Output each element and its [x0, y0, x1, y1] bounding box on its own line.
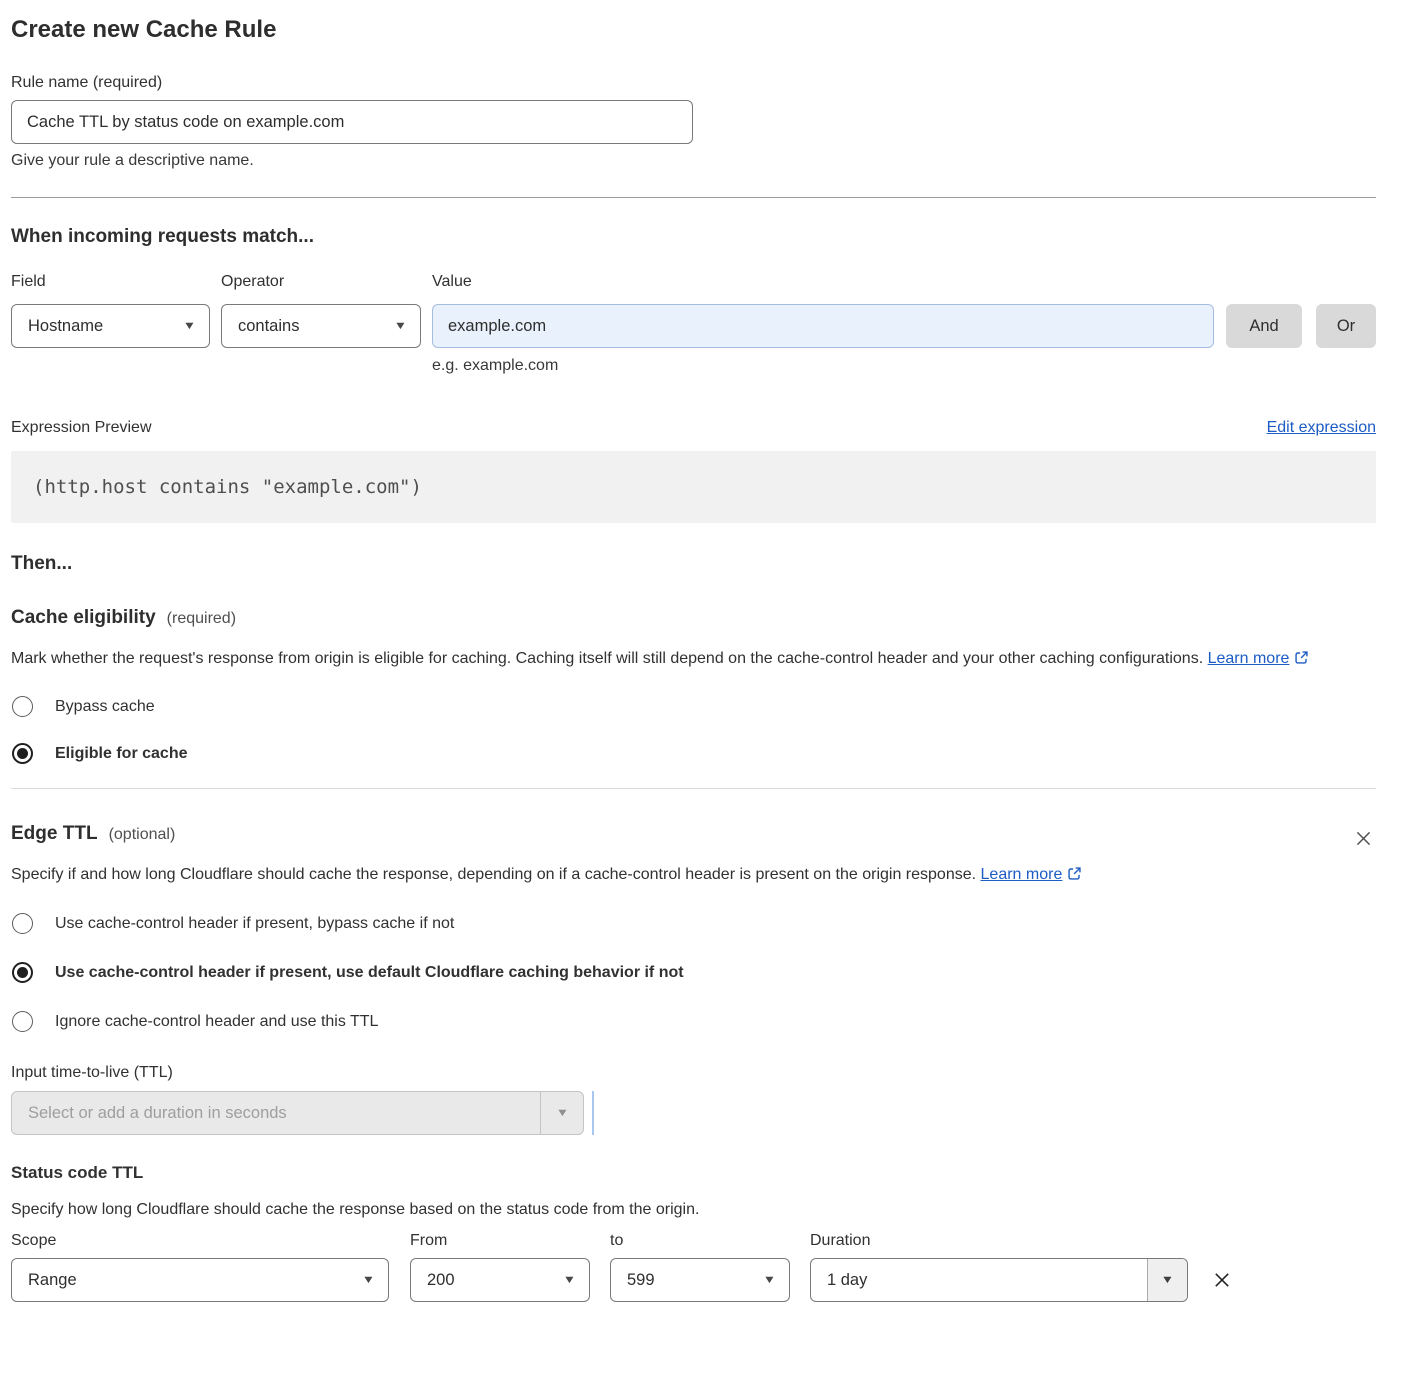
to-select-value: 599: [627, 1271, 655, 1290]
match-heading: When incoming requests match...: [11, 225, 1376, 248]
ttl-input-label: Input time-to-live (TTL): [11, 1063, 1376, 1082]
rule-name-help: Give your rule a descriptive name.: [11, 151, 1376, 170]
field-label: Field: [11, 272, 221, 291]
from-select[interactable]: 200 ▼: [410, 1258, 590, 1302]
radio-option-use-header-default[interactable]: Use cache-control header if present, use…: [11, 962, 1376, 983]
field-select[interactable]: Hostname ▼: [11, 304, 210, 348]
section-divider: [11, 788, 1376, 789]
edge-ttl-section: Edge TTL (optional) Specify if and how l…: [11, 822, 1376, 1135]
from-label: From: [410, 1231, 610, 1250]
edge-ttl-description: Specify if and how long Cloudflare shoul…: [11, 860, 1116, 891]
close-icon: [1212, 1278, 1232, 1293]
radio-checked-icon: [12, 743, 33, 764]
expression-preview-row: Expression Preview Edit expression: [11, 419, 1376, 437]
and-button[interactable]: And: [1226, 304, 1302, 348]
create-cache-rule-form: Create new Cache Rule Rule name (require…: [0, 0, 1412, 1376]
radio-checked-icon: [12, 962, 33, 983]
status-code-ttl-section: Status code TTL Specify how long Cloudfl…: [11, 1162, 1376, 1302]
status-code-column-labels: Scope From to Duration: [11, 1231, 1376, 1250]
to-label: to: [610, 1231, 810, 1250]
close-edge-ttl-button[interactable]: [1351, 826, 1376, 851]
chevron-down-icon: ▼: [1161, 1274, 1175, 1286]
match-column-labels: Field Operator Value: [11, 272, 1376, 291]
operator-label: Operator: [221, 272, 432, 291]
radio-option-ignore-header[interactable]: Ignore cache-control header and use this…: [11, 1011, 1376, 1032]
chevron-down-icon: ▼: [394, 320, 408, 332]
to-select[interactable]: 599 ▼: [610, 1258, 790, 1302]
field-select-value: Hostname: [28, 317, 103, 336]
chevron-down-icon: ▼: [362, 1274, 376, 1286]
ttl-input-caret: [592, 1091, 594, 1135]
external-link-icon: [1067, 868, 1082, 885]
delete-status-code-row-button[interactable]: [1209, 1267, 1235, 1293]
expression-preview-label: Expression Preview: [11, 419, 152, 437]
chevron-down-icon: ▼: [563, 1274, 577, 1286]
rule-name-input[interactable]: [11, 100, 693, 144]
radio-option-use-header-bypass[interactable]: Use cache-control header if present, byp…: [11, 913, 1376, 934]
edit-expression-link[interactable]: Edit expression: [1267, 419, 1376, 437]
expression-code: (http.host contains "example.com"): [33, 476, 422, 498]
rule-name-section: Rule name (required) Give your rule a de…: [11, 73, 1376, 170]
duration-select-value: 1 day: [827, 1271, 867, 1290]
section-divider: [11, 197, 1376, 198]
status-code-ttl-heading: Status code TTL: [11, 1162, 1376, 1183]
radio-unchecked-icon: [12, 913, 33, 934]
ttl-duration-select: Select or add a duration in seconds ▼: [11, 1091, 584, 1135]
status-code-ttl-description: Specify how long Cloudflare should cache…: [11, 1200, 1376, 1219]
chevron-down-icon: ▼: [183, 320, 197, 332]
edge-ttl-heading: Edge TTL: [11, 822, 98, 845]
operator-select[interactable]: contains ▼: [221, 304, 421, 348]
scope-label: Scope: [11, 1231, 410, 1250]
radio-option-bypass-cache[interactable]: Bypass cache: [11, 696, 1376, 717]
radio-unchecked-icon: [12, 696, 33, 717]
select-arrow-box[interactable]: ▼: [1147, 1259, 1187, 1301]
close-icon: [1353, 837, 1374, 852]
rule-name-label: Rule name (required): [11, 73, 1376, 92]
ttl-select-placeholder: Select or add a duration in seconds: [28, 1104, 287, 1123]
or-button[interactable]: Or: [1316, 304, 1376, 348]
required-tag: (required): [167, 610, 236, 628]
learn-more-link[interactable]: Learn more: [981, 866, 1063, 883]
value-input[interactable]: [432, 304, 1214, 348]
radio-option-eligible-for-cache[interactable]: Eligible for cache: [11, 743, 1376, 764]
value-label: Value: [432, 272, 472, 291]
radio-unchecked-icon: [12, 1011, 33, 1032]
expression-code-block: (http.host contains "example.com"): [11, 451, 1376, 523]
then-heading: Then...: [11, 552, 1376, 575]
page-title: Create new Cache Rule: [11, 14, 1376, 45]
operator-select-value: contains: [238, 317, 299, 336]
optional-tag: (optional): [109, 826, 176, 844]
duration-label: Duration: [810, 1231, 870, 1250]
cache-eligibility-heading: Cache eligibility: [11, 606, 156, 629]
status-code-controls-row: Range ▼ 200 ▼ 599 ▼ 1 day ▼: [11, 1258, 1376, 1302]
match-section: When incoming requests match... Field Op…: [11, 225, 1376, 375]
cache-eligibility-description: Mark whether the request's response from…: [11, 644, 1376, 675]
chevron-down-icon: ▼: [763, 1274, 777, 1286]
match-controls-row: Hostname ▼ contains ▼ And Or: [11, 304, 1376, 348]
value-example-help: e.g. example.com: [432, 356, 1376, 375]
cache-eligibility-section: Cache eligibility (required) Mark whethe…: [11, 606, 1376, 764]
scope-select-value: Range: [28, 1271, 77, 1290]
duration-select[interactable]: 1 day ▼: [810, 1258, 1188, 1302]
from-select-value: 200: [427, 1271, 455, 1290]
learn-more-link[interactable]: Learn more: [1208, 650, 1290, 667]
external-link-icon: [1294, 652, 1309, 669]
scope-select[interactable]: Range ▼: [11, 1258, 389, 1302]
select-arrow-box: ▼: [540, 1092, 583, 1134]
chevron-down-icon: ▼: [555, 1107, 569, 1119]
